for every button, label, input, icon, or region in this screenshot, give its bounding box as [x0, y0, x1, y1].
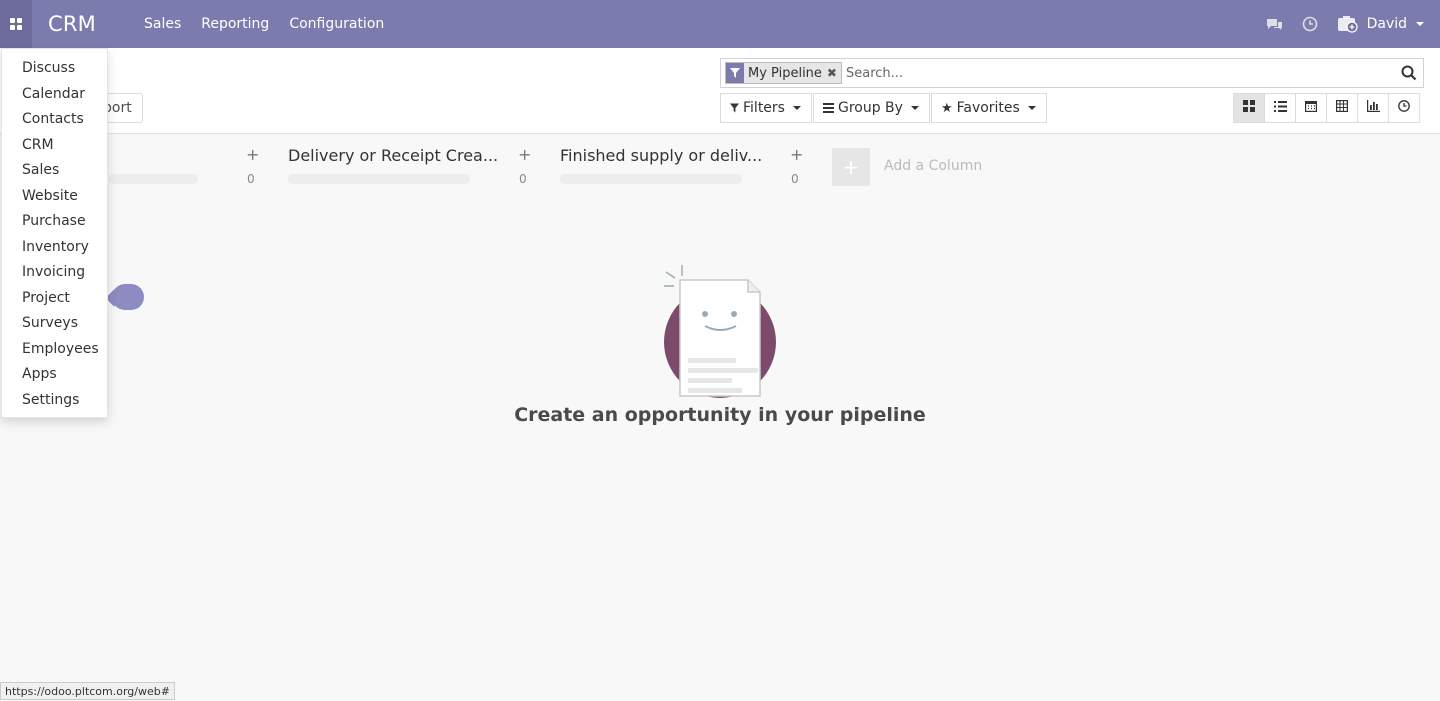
top-navbar: CRM Sales Reporting Configuration David: [0, 0, 1440, 48]
kanban-view-button[interactable]: [1233, 93, 1265, 123]
view-switcher: [1233, 93, 1420, 123]
chevron-down-icon: [910, 106, 919, 110]
column-count: 0: [791, 172, 799, 186]
chat-icon[interactable]: [1266, 15, 1284, 33]
apps-grid-icon: [10, 18, 22, 30]
app-item-settings[interactable]: Settings: [2, 388, 107, 414]
calendar-icon: [1305, 100, 1318, 116]
chevron-down-icon: [1027, 106, 1036, 110]
bars-icon: [822, 103, 834, 113]
app-brand[interactable]: CRM: [48, 12, 96, 36]
group-by-label: Group By: [837, 100, 903, 116]
app-item-inventory[interactable]: Inventory: [2, 235, 107, 261]
chevron-down-icon: [1416, 22, 1424, 26]
tour-tip-dot[interactable]: [112, 284, 144, 310]
list-icon: [1273, 100, 1287, 116]
column-progress-bar: [108, 174, 198, 184]
column-quick-create-icon[interactable]: +: [790, 145, 803, 164]
app-item-invoicing[interactable]: Invoicing: [2, 260, 107, 286]
column-progress-bar: [560, 174, 742, 184]
kanban-board: + 0 Delivery or Receipt Crea... + 0 Fini…: [0, 134, 1440, 684]
app-item-crm[interactable]: CRM: [2, 133, 107, 159]
column-progress-bar: [288, 174, 470, 184]
search-icon[interactable]: [1401, 65, 1417, 85]
user-menu[interactable]: David: [1337, 15, 1424, 33]
menu-sales[interactable]: Sales: [144, 16, 181, 32]
app-item-website[interactable]: Website: [2, 184, 107, 210]
column-count: 0: [247, 172, 255, 186]
menu-configuration[interactable]: Configuration: [289, 16, 384, 32]
column-count: 0: [519, 172, 527, 186]
group-by-button[interactable]: Group By: [812, 93, 930, 123]
app-item-employees[interactable]: Employees: [2, 337, 107, 363]
app-item-sales[interactable]: Sales: [2, 158, 107, 184]
column-quick-create-icon[interactable]: +: [246, 145, 259, 164]
app-item-discuss[interactable]: Discuss: [2, 56, 107, 82]
apps-dropdown-menu: Discuss Calendar Contacts CRM Sales Webs…: [1, 48, 108, 418]
filters-button[interactable]: Filters: [720, 93, 812, 123]
column-title[interactable]: Delivery or Receipt Crea...: [288, 146, 498, 165]
browser-status-url: https://odoo.pltcom.org/web#: [0, 682, 175, 700]
search-bar[interactable]: My Pipeline ✖: [720, 58, 1424, 88]
calendar-view-button[interactable]: [1295, 93, 1327, 123]
activity-icon: [1398, 100, 1410, 116]
add-column-label[interactable]: Add a Column: [884, 158, 982, 174]
filter-icon: [726, 63, 744, 83]
star-icon: ★: [940, 100, 953, 116]
add-column-button[interactable]: +: [832, 148, 870, 186]
kanban-icon: [1243, 100, 1255, 116]
app-item-calendar[interactable]: Calendar: [2, 82, 107, 108]
search-options: Filters Group By ★ Favorites: [720, 93, 1048, 123]
search-input[interactable]: [845, 65, 1386, 81]
search-facet: My Pipeline ✖: [725, 62, 842, 84]
column-title[interactable]: Finished supply or deliv...: [560, 146, 762, 165]
user-name: David: [1366, 16, 1407, 32]
empty-helper-title: Create an opportunity in your pipeline: [514, 404, 926, 426]
graph-icon: [1366, 100, 1380, 116]
remove-facet-icon[interactable]: ✖: [827, 66, 841, 80]
graph-view-button[interactable]: [1357, 93, 1389, 123]
app-item-apps[interactable]: Apps: [2, 362, 107, 388]
filter-icon: [730, 103, 739, 113]
filters-label: Filters: [743, 100, 785, 116]
app-item-purchase[interactable]: Purchase: [2, 209, 107, 235]
control-panel: port My Pipeline ✖ Filters Group By: [0, 48, 1440, 134]
list-view-button[interactable]: [1264, 93, 1296, 123]
favorites-label: Favorites: [956, 100, 1020, 116]
app-item-project[interactable]: Project: [2, 286, 107, 312]
facet-value: My Pipeline: [748, 65, 822, 81]
chevron-down-icon: [792, 106, 801, 110]
apps-menu-button[interactable]: [0, 0, 32, 48]
smiling-document-illustration-icon: [660, 262, 784, 406]
avatar-icon: [1337, 15, 1359, 33]
app-item-contacts[interactable]: Contacts: [2, 107, 107, 133]
pivot-icon: [1336, 100, 1349, 116]
activity-clock-icon[interactable]: [1301, 15, 1319, 33]
column-quick-create-icon[interactable]: +: [518, 145, 531, 164]
activity-view-button[interactable]: [1388, 93, 1420, 123]
app-item-surveys[interactable]: Surveys: [2, 311, 107, 337]
plus-icon: +: [842, 155, 860, 179]
favorites-button[interactable]: ★ Favorites: [930, 93, 1047, 123]
menu-reporting[interactable]: Reporting: [201, 16, 269, 32]
pivot-view-button[interactable]: [1326, 93, 1358, 123]
